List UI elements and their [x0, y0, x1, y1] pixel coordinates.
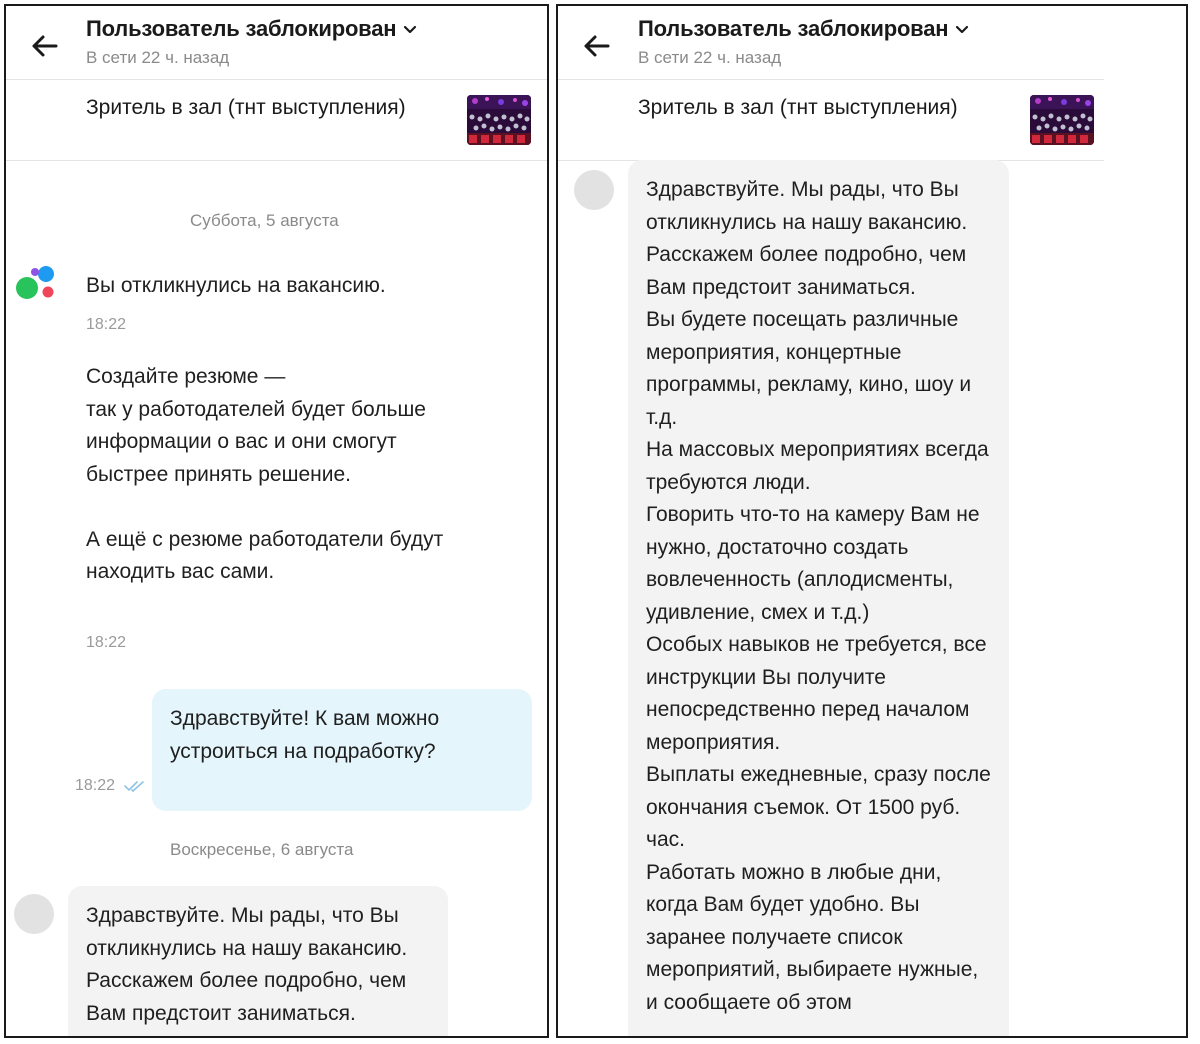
back-arrow-icon[interactable] [26, 28, 62, 64]
date-separator: Воскресенье, 6 августа [170, 840, 354, 859]
sender-avatar[interactable] [14, 894, 54, 934]
incoming-message-bubble[interactable]: Здравствуйте. Мы рады, что Вы откликнули… [628, 160, 1009, 1036]
chat-screen-right: Пользователь заблокирован В сети 22 ч. н… [556, 4, 1188, 1038]
ad-title: Зритель в зал (тнт выступления) [638, 96, 958, 119]
system-message: Создайте резюме — так у работодателей бу… [86, 365, 444, 583]
online-status: В сети 22 ч. назад [86, 48, 230, 67]
header-divider [6, 79, 547, 80]
header-divider [558, 79, 1104, 80]
chat-title: Пользователь заблокирован [638, 16, 949, 41]
chat-title-menu[interactable]: Пользователь заблокирован [638, 16, 970, 42]
message-time: 18:22 [86, 634, 127, 651]
ad-card[interactable]: Зритель в зал (тнт выступления) [6, 81, 547, 161]
back-arrow-icon[interactable] [578, 28, 614, 64]
chevron-down-icon [956, 25, 969, 34]
ad-card[interactable]: Зритель в зал (тнт выступления) [558, 81, 1186, 161]
incoming-message-bubble[interactable]: Здравствуйте. Мы рады, что Вы откликнули… [68, 886, 448, 1036]
outgoing-message-time: 18:22 [75, 777, 116, 794]
chat-title-menu[interactable]: Пользователь заблокирован [86, 16, 418, 42]
sender-avatar[interactable] [574, 170, 614, 210]
ad-title: Зритель в зал (тнт выступления) [86, 96, 406, 119]
ad-thumbnail [1030, 95, 1094, 145]
date-separator: Суббота, 5 августа [190, 211, 339, 230]
online-status: В сети 22 ч. назад [638, 48, 782, 67]
chat-header: Пользователь заблокирован В сети 22 ч. н… [558, 6, 1186, 80]
outgoing-message-bubble[interactable]: Здравствуйте! К вам можно устроиться на … [152, 689, 532, 811]
chat-screen-left: Пользователь заблокирован В сети 22 ч. н… [4, 4, 549, 1038]
chat-header: Пользователь заблокирован В сети 22 ч. н… [6, 6, 547, 80]
ad-thumbnail [467, 95, 531, 145]
chat-title: Пользователь заблокирован [86, 16, 397, 41]
system-message: Вы откликнулись на вакансию. [86, 274, 386, 297]
ad-divider [6, 160, 547, 161]
message-time: 18:22 [86, 316, 127, 333]
chevron-down-icon [404, 25, 417, 34]
avito-logo-icon [16, 266, 54, 299]
double-check-icon [124, 781, 144, 793]
